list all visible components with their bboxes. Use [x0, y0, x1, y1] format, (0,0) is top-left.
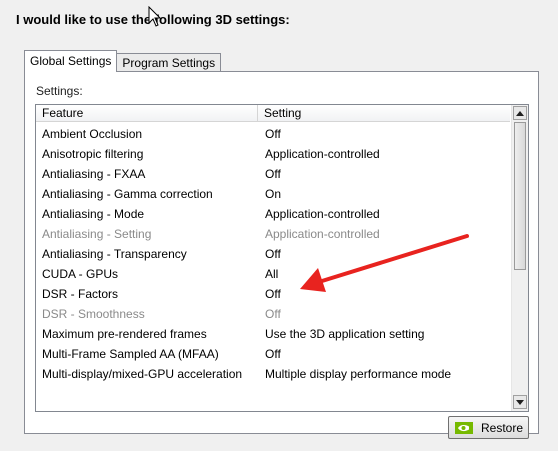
tab-program-settings[interactable]: Program Settings [116, 53, 222, 72]
setting-cell: Off [265, 127, 281, 141]
feature-cell: Antialiasing - Gamma correction [42, 187, 213, 201]
triangle-down-icon [516, 399, 524, 405]
restore-label: Restore [481, 420, 524, 435]
list-header: Feature Setting [36, 105, 510, 122]
setting-cell: Off [265, 167, 281, 181]
tab-panel: Settings: Feature Setting Ambient Occlus… [24, 71, 539, 439]
scroll-down-button[interactable] [513, 395, 527, 409]
feature-cell: Anisotropic filtering [42, 147, 144, 161]
table-row[interactable]: Multi-Frame Sampled AA (MFAA) Off [36, 344, 510, 364]
mouse-pointer-icon [148, 6, 162, 27]
feature-cell: CUDA - GPUs [42, 267, 119, 281]
settings-label: Settings: [36, 84, 83, 98]
table-row[interactable]: Antialiasing - Mode Application-controlle… [36, 204, 510, 224]
feature-cell: Antialiasing - Setting [42, 227, 152, 241]
feature-cell: Maximum pre-rendered frames [42, 327, 207, 341]
feature-cell: DSR - Smoothness [42, 307, 145, 321]
restore-button[interactable]: Restore [448, 416, 529, 439]
table-row[interactable]: Maximum pre-rendered frames Use the 3D ap… [36, 324, 510, 344]
tab-global-settings[interactable]: Global Settings [24, 50, 118, 72]
table-row[interactable]: Multi-display/mixed-GPU acceleration Mult… [36, 364, 510, 384]
feature-cell: Multi-Frame Sampled AA (MFAA) [42, 347, 219, 361]
feature-cell: Multi-display/mixed-GPU acceleration [42, 367, 243, 381]
feature-cell: Antialiasing - FXAA [42, 167, 146, 181]
setting-cell: Off [265, 247, 281, 261]
table-row[interactable]: Anisotropic filtering Application-control… [36, 144, 510, 164]
feature-cell: Antialiasing - Transparency [42, 247, 187, 261]
list-rows: Ambient Occlusion Off Anisotropic filteri… [36, 124, 510, 384]
setting-cell: Off [265, 347, 281, 361]
vertical-scrollbar[interactable] [511, 105, 528, 411]
setting-cell: All [265, 267, 279, 281]
feature-cell: DSR - Factors [42, 287, 119, 301]
setting-cell: Multiple display performance mode [265, 367, 452, 381]
table-row[interactable]: CUDA - GPUs All [36, 264, 510, 284]
column-header-feature[interactable]: Feature [36, 105, 258, 121]
settings-dialog: Global Settings Program Settings Setting… [8, 36, 548, 440]
scroll-up-button[interactable] [513, 106, 527, 120]
setting-cell: Application-controlled [265, 207, 380, 221]
table-row[interactable]: DSR - Smoothness Off [36, 304, 510, 324]
setting-cell: Off [265, 307, 281, 321]
setting-cell: On [265, 187, 282, 201]
triangle-up-icon [516, 110, 524, 116]
table-row[interactable]: Antialiasing - Transparency Off [36, 244, 510, 264]
feature-cell: Ambient Occlusion [42, 127, 143, 141]
setting-cell: Off [265, 287, 281, 301]
feature-cell: Antialiasing - Mode [42, 207, 145, 221]
setting-cell: Use the 3D application setting [265, 327, 425, 341]
table-row[interactable]: Ambient Occlusion Off [36, 124, 510, 144]
settings-list: Feature Setting Ambient Occlusion Off Ani… [35, 104, 529, 412]
column-header-setting[interactable]: Setting [258, 105, 510, 121]
scroll-thumb[interactable] [514, 122, 526, 270]
nvidia-logo-icon [455, 421, 473, 434]
table-row[interactable]: DSR - Factors Off [36, 284, 510, 304]
tab-strip: Global Settings Program Settings [24, 50, 222, 72]
table-row[interactable]: Antialiasing - FXAA Off [36, 164, 510, 184]
setting-cell: Application-controlled [265, 227, 380, 241]
table-row[interactable]: Antialiasing - Gamma correction On [36, 184, 510, 204]
table-row[interactable]: Antialiasing - Setting Application-contro… [36, 224, 510, 244]
setting-cell: Application-controlled [265, 147, 380, 161]
